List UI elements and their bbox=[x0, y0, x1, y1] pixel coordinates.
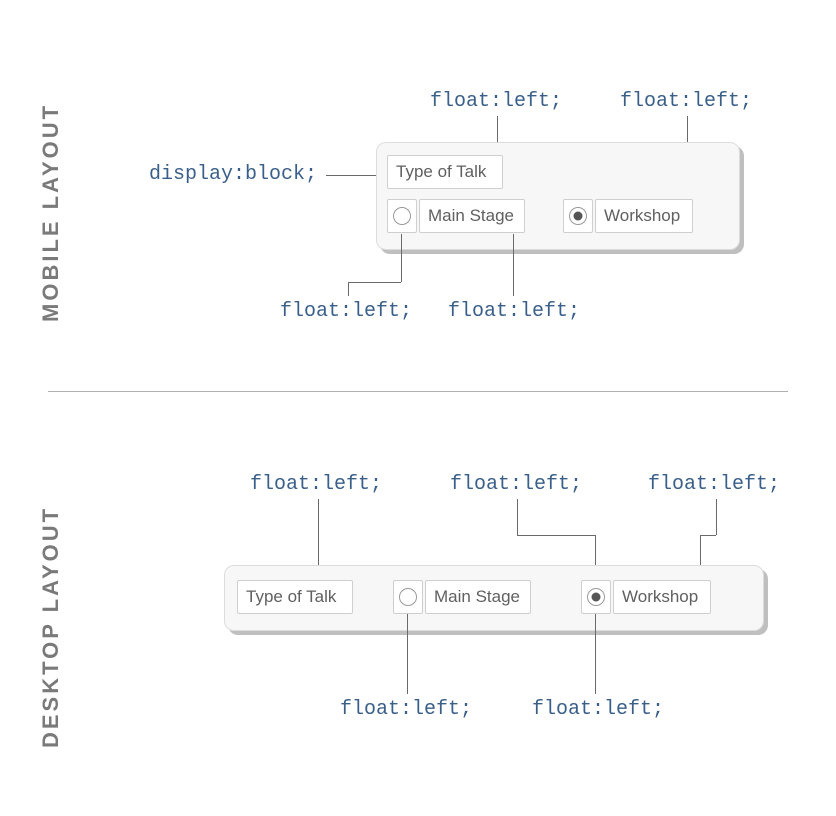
annotation-float-left: float:left; bbox=[280, 300, 412, 323]
mobile-mock: Type of Talk Main Stage Workshop bbox=[376, 142, 740, 250]
mobile-section-label: MOBILE LAYOUT bbox=[38, 103, 64, 322]
annotation-float-left: float:left; bbox=[448, 300, 580, 323]
leader-line bbox=[348, 282, 401, 283]
form-title-text: Type of Talk bbox=[246, 587, 336, 607]
annotation-float-left: float:left; bbox=[620, 90, 752, 113]
radio-circle-icon bbox=[393, 207, 411, 225]
option-a-label: Main Stage bbox=[428, 206, 514, 226]
leader-line bbox=[517, 499, 518, 535]
radio-circle-icon bbox=[569, 207, 587, 225]
annotation-float-left: float:left; bbox=[532, 698, 664, 721]
radio-workshop[interactable] bbox=[581, 580, 611, 614]
leader-line bbox=[348, 282, 349, 296]
option-b-label: Workshop bbox=[622, 587, 698, 607]
form-title-chip: Type of Talk bbox=[387, 155, 503, 189]
annotation-float-left: float:left; bbox=[430, 90, 562, 113]
radio-circle-icon bbox=[587, 588, 605, 606]
radio-main-stage[interactable] bbox=[387, 199, 417, 233]
annotation-float-left: float:left; bbox=[648, 473, 780, 496]
option-a-label-chip: Main Stage bbox=[419, 199, 525, 233]
section-divider bbox=[48, 391, 788, 392]
option-b-label: Workshop bbox=[604, 206, 680, 226]
desktop-mock: Type of Talk Main Stage Workshop bbox=[224, 565, 764, 631]
option-a-label: Main Stage bbox=[434, 587, 520, 607]
radio-main-stage[interactable] bbox=[393, 580, 423, 614]
annotation-float-left: float:left; bbox=[340, 698, 472, 721]
option-a-label-chip: Main Stage bbox=[425, 580, 531, 614]
leader-line bbox=[513, 234, 514, 296]
leader-line bbox=[700, 535, 716, 536]
form-title-text: Type of Talk bbox=[396, 162, 486, 182]
annotation-float-left: float:left; bbox=[450, 473, 582, 496]
desktop-section-label: DESKTOP LAYOUT bbox=[38, 506, 64, 748]
option-b-label-chip: Workshop bbox=[613, 580, 711, 614]
leader-line bbox=[716, 499, 717, 535]
annotation-display-block: display:block; bbox=[149, 163, 317, 186]
diagram-canvas: MOBILE LAYOUT float:left; float:left; di… bbox=[0, 0, 836, 816]
leader-line bbox=[407, 614, 408, 694]
leader-line bbox=[401, 234, 402, 282]
radio-circle-icon bbox=[399, 588, 417, 606]
annotation-float-left: float:left; bbox=[250, 473, 382, 496]
radio-workshop[interactable] bbox=[563, 199, 593, 233]
leader-line bbox=[595, 614, 596, 694]
option-b-label-chip: Workshop bbox=[595, 199, 693, 233]
form-title-chip: Type of Talk bbox=[237, 580, 353, 614]
radio-dot-icon bbox=[574, 212, 583, 221]
radio-dot-icon bbox=[592, 593, 601, 602]
leader-line bbox=[517, 535, 595, 536]
